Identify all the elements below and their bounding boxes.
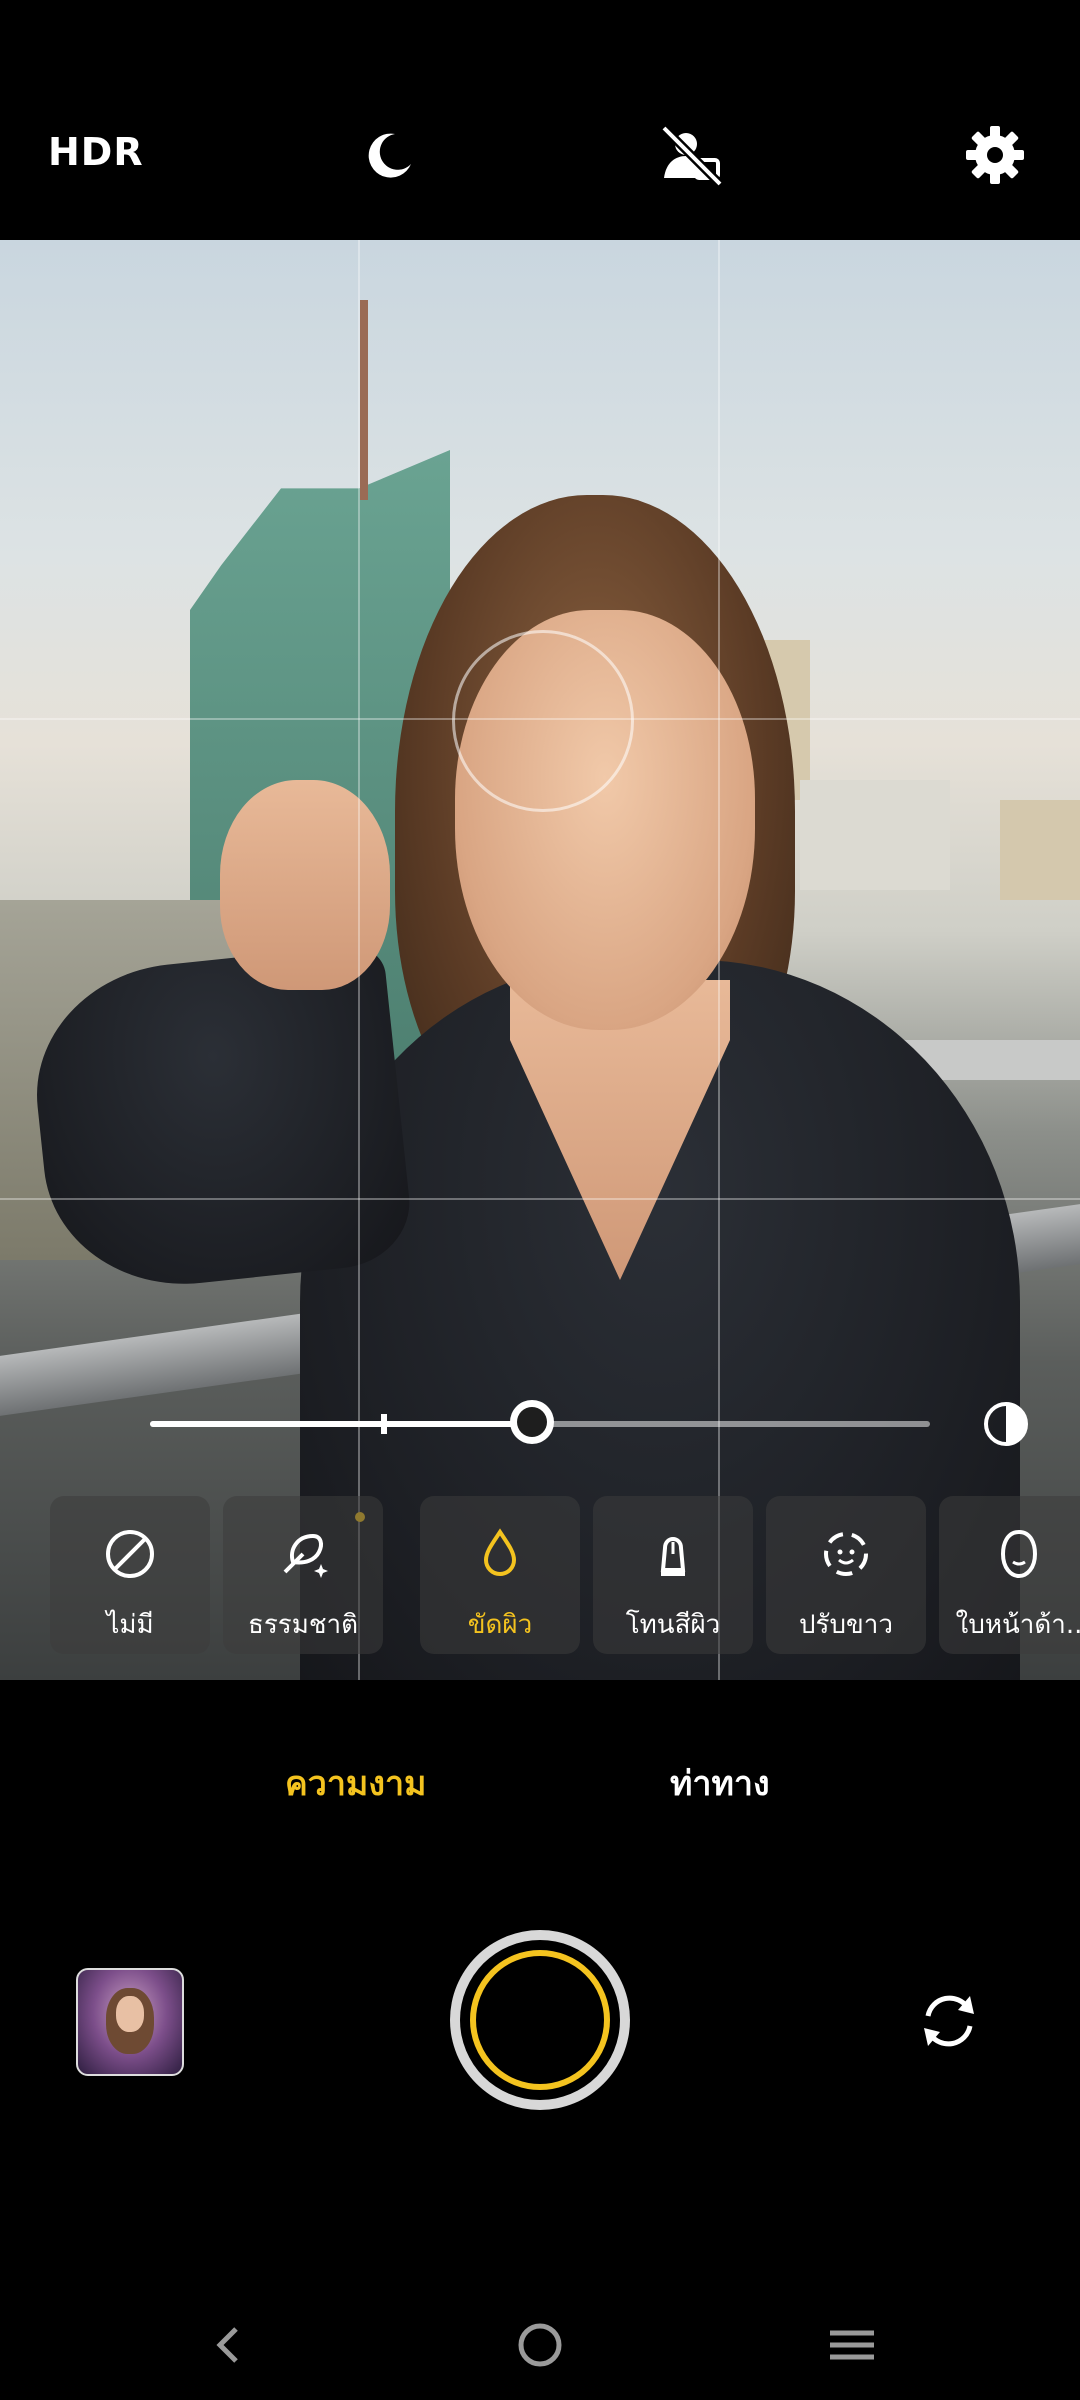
person-hand bbox=[220, 780, 390, 990]
compare-icon[interactable] bbox=[982, 1400, 1030, 1448]
gallery-thumbnail[interactable] bbox=[76, 1968, 184, 2076]
grid-line bbox=[0, 1198, 1080, 1200]
beauty-intensity-slider-thumb[interactable] bbox=[510, 1400, 555, 1444]
slider-default-marker bbox=[381, 1414, 387, 1434]
hdr-toggle[interactable]: HDR bbox=[48, 130, 144, 174]
beauty-option-skin-tone[interactable]: โทนสีผิว bbox=[593, 1496, 753, 1654]
beauty-option-label: ไม่มี bbox=[106, 1610, 154, 1640]
beauty-option-label: ใบหน้าด้า.. bbox=[955, 1610, 1080, 1640]
beauty-option-none[interactable]: ไม่มี bbox=[50, 1496, 210, 1654]
no-face-detect-icon[interactable] bbox=[656, 120, 726, 190]
mode-tab-pose[interactable]: ท่าทาง bbox=[670, 1756, 770, 1810]
face-shape-icon bbox=[1000, 1529, 1038, 1579]
tower bbox=[360, 300, 368, 500]
grid-line bbox=[358, 240, 360, 1680]
beauty-option-natural[interactable]: ธรรมชาติ bbox=[223, 1496, 383, 1654]
beauty-option-face-shape[interactable]: ใบหน้าด้า.. bbox=[939, 1496, 1080, 1654]
natural-icon bbox=[283, 1533, 328, 1578]
back-icon[interactable] bbox=[198, 2315, 258, 2375]
thumbnail-face bbox=[116, 1996, 144, 2032]
none-icon bbox=[106, 1530, 154, 1578]
beauty-intensity-slider-fill bbox=[150, 1421, 533, 1427]
beauty-option-label: ธรรมชาติ bbox=[247, 1610, 359, 1640]
distant-building bbox=[1000, 800, 1080, 900]
whiten-icon bbox=[824, 1532, 868, 1576]
switch-camera-icon[interactable] bbox=[914, 1986, 984, 2056]
focus-indicator bbox=[452, 630, 634, 812]
beauty-option-smooth-skin[interactable]: ขัดผิว bbox=[420, 1496, 580, 1654]
top-bar bbox=[0, 0, 1080, 240]
beauty-option-whiten[interactable]: ปรับขาว bbox=[766, 1496, 926, 1654]
moon-icon[interactable] bbox=[355, 120, 425, 190]
beauty-option-label: ขัดผิว bbox=[467, 1610, 533, 1640]
recent-apps-icon[interactable] bbox=[822, 2315, 882, 2375]
smooth-skin-icon bbox=[483, 1528, 517, 1576]
mode-tab-beauty[interactable]: ความงาม bbox=[285, 1756, 426, 1810]
beauty-option-label: ปรับขาว bbox=[799, 1610, 893, 1640]
skin-tone-icon bbox=[660, 1537, 686, 1576]
shutter-button[interactable] bbox=[450, 1930, 630, 2110]
beauty-option-label: โทนสีผิว bbox=[625, 1610, 721, 1640]
gear-icon[interactable] bbox=[960, 120, 1030, 190]
home-icon[interactable] bbox=[510, 2315, 570, 2375]
grid-line bbox=[718, 240, 720, 1680]
camera-viewfinder[interactable] bbox=[0, 240, 1080, 1680]
distant-building bbox=[800, 780, 950, 890]
